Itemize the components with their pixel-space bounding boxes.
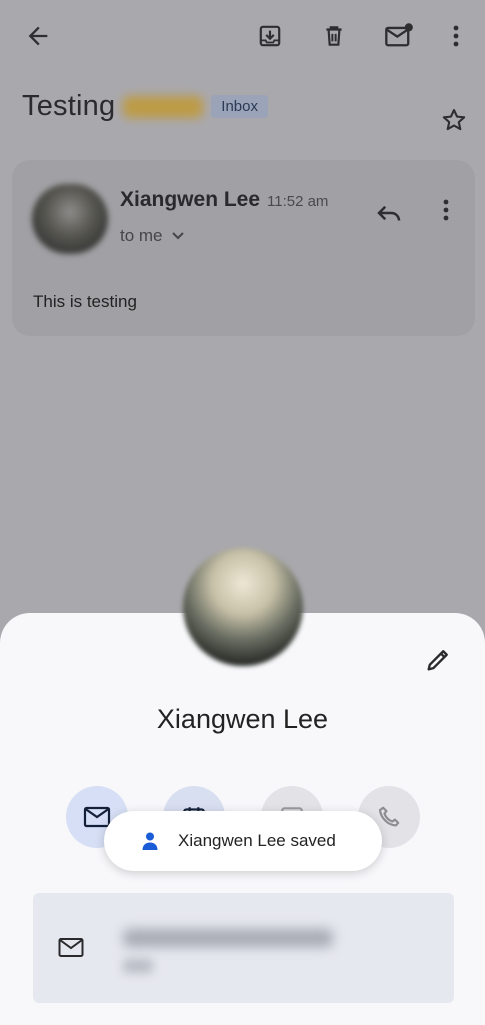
archive-icon[interactable]: [254, 20, 286, 52]
redacted-email-type: [123, 959, 153, 973]
sender-avatar[interactable]: [32, 184, 108, 254]
phone-icon: [378, 806, 400, 827]
more-vert-icon[interactable]: [440, 20, 472, 52]
contact-email-row[interactable]: [33, 893, 454, 1003]
redacted-subject-text: [123, 95, 204, 118]
trash-icon[interactable]: [318, 20, 350, 52]
recipient-label: to me: [120, 226, 163, 245]
recipient-toggle[interactable]: to me: [120, 226, 185, 246]
contact-avatar: [183, 548, 303, 666]
contact-name: Xiangwen Lee: [156, 704, 329, 734]
redacted-email-address: [123, 929, 333, 947]
star-icon[interactable]: [440, 106, 468, 134]
sent-time: 11:52 am: [267, 193, 329, 210]
person-icon: [142, 832, 158, 850]
subject-row: Testing Inbox: [22, 90, 268, 123]
message-card: Xiangwen Lee 11:52 am to me This is test…: [12, 160, 475, 336]
sender-name[interactable]: Xiangwen Lee: [120, 188, 260, 212]
mail-icon: [58, 938, 84, 957]
message-more-icon[interactable]: [434, 198, 458, 228]
reply-icon[interactable]: [374, 198, 404, 228]
chevron-down-icon: [171, 232, 184, 240]
top-app-bar: [0, 0, 485, 72]
message-body: This is testing: [33, 292, 137, 311]
email-subject: Testing: [22, 90, 116, 122]
mail-icon: [83, 806, 111, 828]
snackbar-message: Xiangwen Lee saved: [178, 831, 336, 850]
pencil-icon[interactable]: [424, 646, 452, 674]
mail-unread-icon[interactable]: [383, 20, 415, 52]
inbox-label-chip[interactable]: Inbox: [211, 95, 268, 118]
saved-snackbar: Xiangwen Lee saved: [104, 811, 382, 871]
back-arrow-icon[interactable]: [22, 20, 54, 52]
